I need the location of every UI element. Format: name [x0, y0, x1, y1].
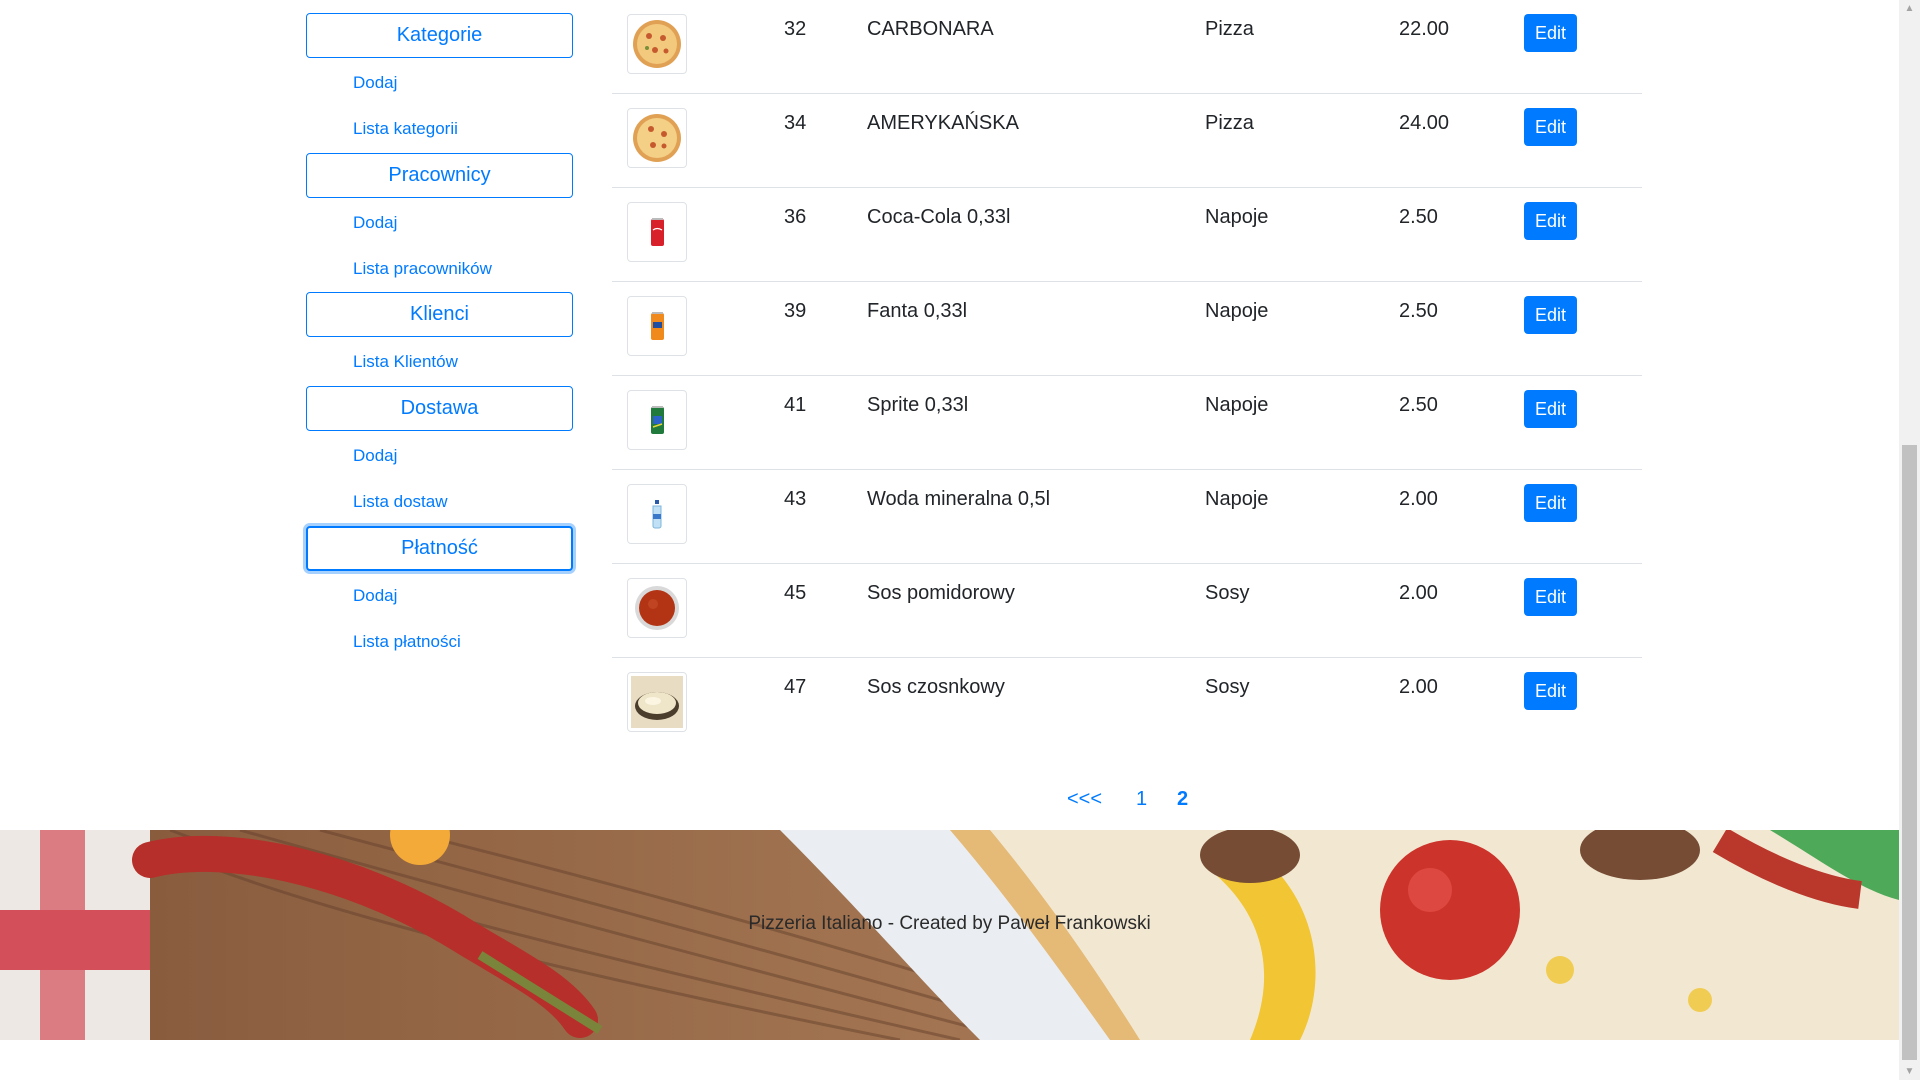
sprite-can-icon: [651, 406, 664, 434]
table-row: 32 CARBONARA Pizza 22.00 Edit: [612, 0, 1642, 94]
pizza-icon: [633, 20, 681, 68]
link-dostawa-dodaj[interactable]: Dodaj: [353, 446, 397, 466]
edit-button[interactable]: Edit: [1524, 202, 1577, 240]
product-category: Napoje: [1205, 300, 1269, 322]
pizza-icon: [633, 114, 681, 162]
table-row: 47 Sos czosnkowy Sosy 2.00 Edit: [612, 658, 1642, 752]
pagination-page-2[interactable]: 2: [1177, 788, 1188, 811]
edit-button[interactable]: Edit: [1524, 484, 1577, 522]
tomato-sauce-icon: [635, 586, 679, 630]
edit-button[interactable]: Edit: [1524, 14, 1577, 52]
product-price: 22.00: [1399, 18, 1450, 40]
product-name: Coca-Cola 0,33l: [867, 206, 1011, 228]
product-thumbnail: [627, 202, 687, 262]
product-price: 2.00: [1399, 676, 1438, 698]
table-row: 43 Woda mineralna 0,5l Napoje 2.00 Edit: [612, 470, 1642, 564]
product-name: Sprite 0,33l: [867, 394, 969, 416]
scroll-up-icon[interactable]: ▲: [1899, 0, 1920, 17]
product-thumbnail: [627, 108, 687, 168]
vertical-scrollbar[interactable]: ▲ ▼: [1899, 0, 1920, 1080]
table-row: 34 AMERYKAŃSKA Pizza 24.00 Edit: [612, 94, 1642, 188]
product-thumbnail: [627, 14, 687, 74]
edit-button[interactable]: Edit: [1524, 578, 1577, 616]
link-kategorie-dodaj[interactable]: Dodaj: [353, 73, 397, 93]
product-id: 43: [784, 488, 807, 510]
product-price: 2.50: [1399, 206, 1438, 228]
product-name: Sos czosnkowy: [867, 676, 1005, 698]
fanta-can-icon: [651, 312, 664, 340]
section-button-kategorie[interactable]: Kategorie: [306, 13, 573, 58]
product-id: 41: [784, 394, 807, 416]
link-lista-platnosci[interactable]: Lista płatności: [353, 632, 461, 652]
link-platnosc-dodaj[interactable]: Dodaj: [353, 586, 397, 606]
product-price: 2.50: [1399, 394, 1438, 416]
product-category: Sosy: [1205, 582, 1250, 604]
product-category: Napoje: [1205, 488, 1269, 510]
table-row: 45 Sos pomidorowy Sosy 2.00 Edit: [612, 564, 1642, 658]
link-lista-kategorii[interactable]: Lista kategorii: [353, 119, 458, 139]
section-button-klienci[interactable]: Klienci: [306, 292, 573, 337]
product-thumbnail: [627, 390, 687, 450]
product-category: Pizza: [1205, 112, 1254, 134]
section-button-dostawa[interactable]: Dostawa: [306, 386, 573, 431]
edit-button[interactable]: Edit: [1524, 672, 1577, 710]
edit-button[interactable]: Edit: [1524, 108, 1577, 146]
product-price: 2.50: [1399, 300, 1438, 322]
table-row: 39 Fanta 0,33l Napoje 2.50 Edit: [612, 282, 1642, 376]
link-pracownicy-dodaj[interactable]: Dodaj: [353, 213, 397, 233]
page: Kategorie Dodaj Lista kategorii Pracowni…: [0, 0, 1920, 1080]
footer-pizza-background: [0, 830, 1899, 1040]
pagination-prev[interactable]: <<<: [1067, 788, 1102, 811]
water-bottle-icon: [652, 500, 662, 529]
product-name: Sos pomidorowy: [867, 582, 1015, 604]
product-thumbnail: [627, 296, 687, 356]
product-id: 34: [784, 112, 807, 134]
scroll-down-icon[interactable]: ▼: [1899, 1063, 1920, 1080]
product-name: AMERYKAŃSKA: [867, 112, 1019, 134]
footer-credit: Pizzeria Italiano - Created by Paweł Fra…: [748, 913, 1151, 934]
product-id: 36: [784, 206, 807, 228]
link-lista-pracownikow[interactable]: Lista pracowników: [353, 259, 492, 279]
product-category: Pizza: [1205, 18, 1254, 40]
product-category: Napoje: [1205, 206, 1269, 228]
product-name: Woda mineralna 0,5l: [867, 488, 1051, 510]
product-id: 32: [784, 18, 807, 40]
product-category: Sosy: [1205, 676, 1250, 698]
product-price: 24.00: [1399, 112, 1450, 134]
edit-button[interactable]: Edit: [1524, 390, 1577, 428]
section-button-platnosc[interactable]: Płatność: [306, 526, 573, 571]
link-lista-klientow[interactable]: Lista Klientów: [353, 352, 458, 372]
product-price: 2.00: [1399, 488, 1438, 510]
product-thumbnail: [627, 484, 687, 544]
table-row: 41 Sprite 0,33l Napoje 2.50 Edit: [612, 376, 1642, 470]
product-price: 2.00: [1399, 582, 1438, 604]
product-id: 47: [784, 676, 807, 698]
product-name: Fanta 0,33l: [867, 300, 968, 322]
product-id: 39: [784, 300, 807, 322]
garlic-sauce-icon: [631, 676, 683, 728]
pagination-page-1[interactable]: 1: [1136, 788, 1147, 811]
product-category: Napoje: [1205, 394, 1269, 416]
product-id: 45: [784, 582, 807, 604]
edit-button[interactable]: Edit: [1524, 296, 1577, 334]
product-thumbnail: [627, 672, 687, 732]
product-name: CARBONARA: [867, 18, 994, 40]
coca-cola-can-icon: [651, 218, 664, 246]
scrollbar-thumb[interactable]: [1902, 445, 1917, 1060]
table-row: 36 Coca-Cola 0,33l Napoje 2.50 Edit: [612, 188, 1642, 282]
link-lista-dostaw[interactable]: Lista dostaw: [353, 492, 448, 512]
section-button-pracownicy[interactable]: Pracownicy: [306, 153, 573, 198]
footer: Pizzeria Italiano - Created by Paweł Fra…: [0, 830, 1899, 1040]
product-thumbnail: [627, 578, 687, 638]
